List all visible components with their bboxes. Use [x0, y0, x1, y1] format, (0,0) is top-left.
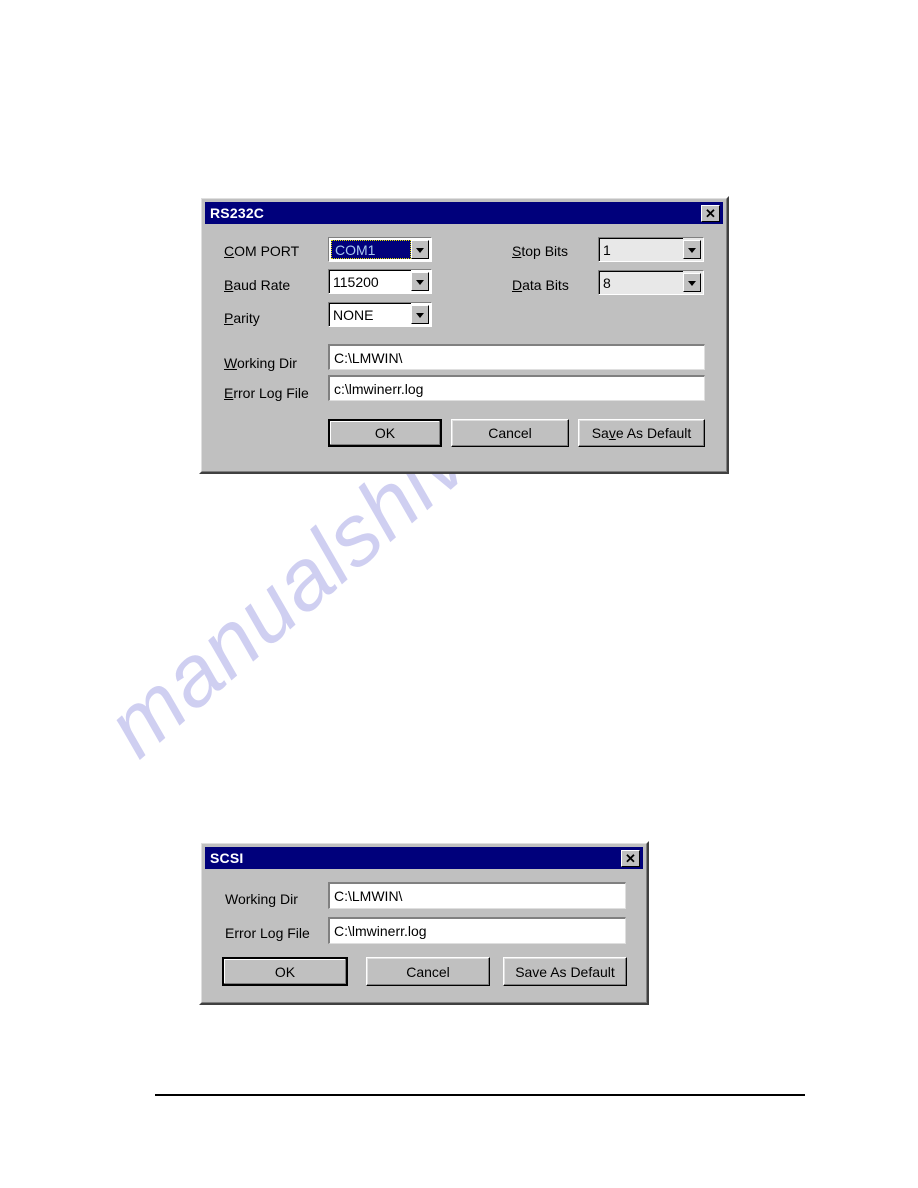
com-port-label: COM PORT [224, 243, 300, 259]
chevron-down-icon[interactable] [411, 305, 429, 324]
baud-rate-combo[interactable]: 115200 [328, 269, 432, 294]
rs232c-dialog: RS232C ✕ COM PORT Baud Rate Parity Stop … [199, 196, 729, 474]
parity-value: NONE [329, 303, 411, 326]
working-dir-label: Working Dir [224, 355, 297, 371]
com-port-combo[interactable]: COM1 [328, 237, 432, 262]
scsi-dialog: SCSI ✕ Working Dir Error Log File C:\LMW… [199, 841, 649, 1005]
chevron-down-icon[interactable] [683, 240, 701, 259]
close-icon: ✕ [625, 850, 636, 866]
baud-rate-label: Baud Rate [224, 277, 291, 293]
parity-label: Parity [224, 310, 260, 326]
scsi-error-log-file-label: Error Log File [225, 925, 310, 941]
error-log-file-label: Error Log File [224, 385, 309, 401]
scsi-dialog-body: SCSI ✕ Working Dir Error Log File C:\LMW… [201, 843, 647, 1003]
data-bits-combo[interactable]: 8 [598, 270, 704, 295]
stop-bits-label: Stop Bits [512, 243, 569, 259]
document-page: manualshive.com RS232C ✕ COM PORT Baud R… [0, 0, 918, 1188]
rs232c-titlebar[interactable]: RS232C ✕ [205, 202, 723, 224]
chevron-down-icon[interactable] [411, 240, 429, 259]
com-port-value: COM1 [331, 240, 411, 259]
rs232c-dialog-body: RS232C ✕ COM PORT Baud Rate Parity Stop … [201, 198, 727, 472]
scsi-titlebar[interactable]: SCSI ✕ [205, 847, 643, 869]
footer-divider [155, 1094, 805, 1096]
scsi-cancel-button[interactable]: Cancel [366, 957, 490, 986]
scsi-working-dir-input[interactable]: C:\LMWIN\ [328, 882, 626, 909]
scsi-error-log-file-input[interactable]: C:\lmwinerr.log [328, 917, 626, 944]
working-dir-input[interactable]: C:\LMWIN\ [328, 344, 705, 370]
ok-button[interactable]: OK [328, 419, 442, 447]
scsi-save-as-default-button[interactable]: Save As Default [503, 957, 627, 986]
stop-bits-value: 1 [599, 238, 683, 261]
save-as-default-button[interactable]: Sa v e As Default [578, 419, 705, 447]
parity-combo[interactable]: NONE [328, 302, 432, 327]
rs232c-close-button[interactable]: ✕ [701, 204, 720, 222]
scsi-ok-button[interactable]: OK [222, 957, 348, 986]
data-bits-label: Data Bits [512, 277, 569, 293]
chevron-down-icon[interactable] [411, 272, 429, 291]
chevron-down-icon[interactable] [683, 273, 701, 292]
close-icon: ✕ [705, 205, 716, 221]
data-bits-value: 8 [599, 271, 683, 294]
error-log-file-input[interactable]: c:\lmwinerr.log [328, 375, 705, 401]
scsi-close-button[interactable]: ✕ [621, 849, 640, 867]
rs232c-title: RS232C [210, 205, 265, 221]
baud-rate-value: 115200 [329, 270, 411, 293]
cancel-button[interactable]: Cancel [451, 419, 569, 447]
scsi-title: SCSI [210, 850, 244, 866]
scsi-working-dir-label: Working Dir [225, 891, 298, 907]
stop-bits-combo[interactable]: 1 [598, 237, 704, 262]
watermark: manualshive.com [0, 0, 918, 1188]
